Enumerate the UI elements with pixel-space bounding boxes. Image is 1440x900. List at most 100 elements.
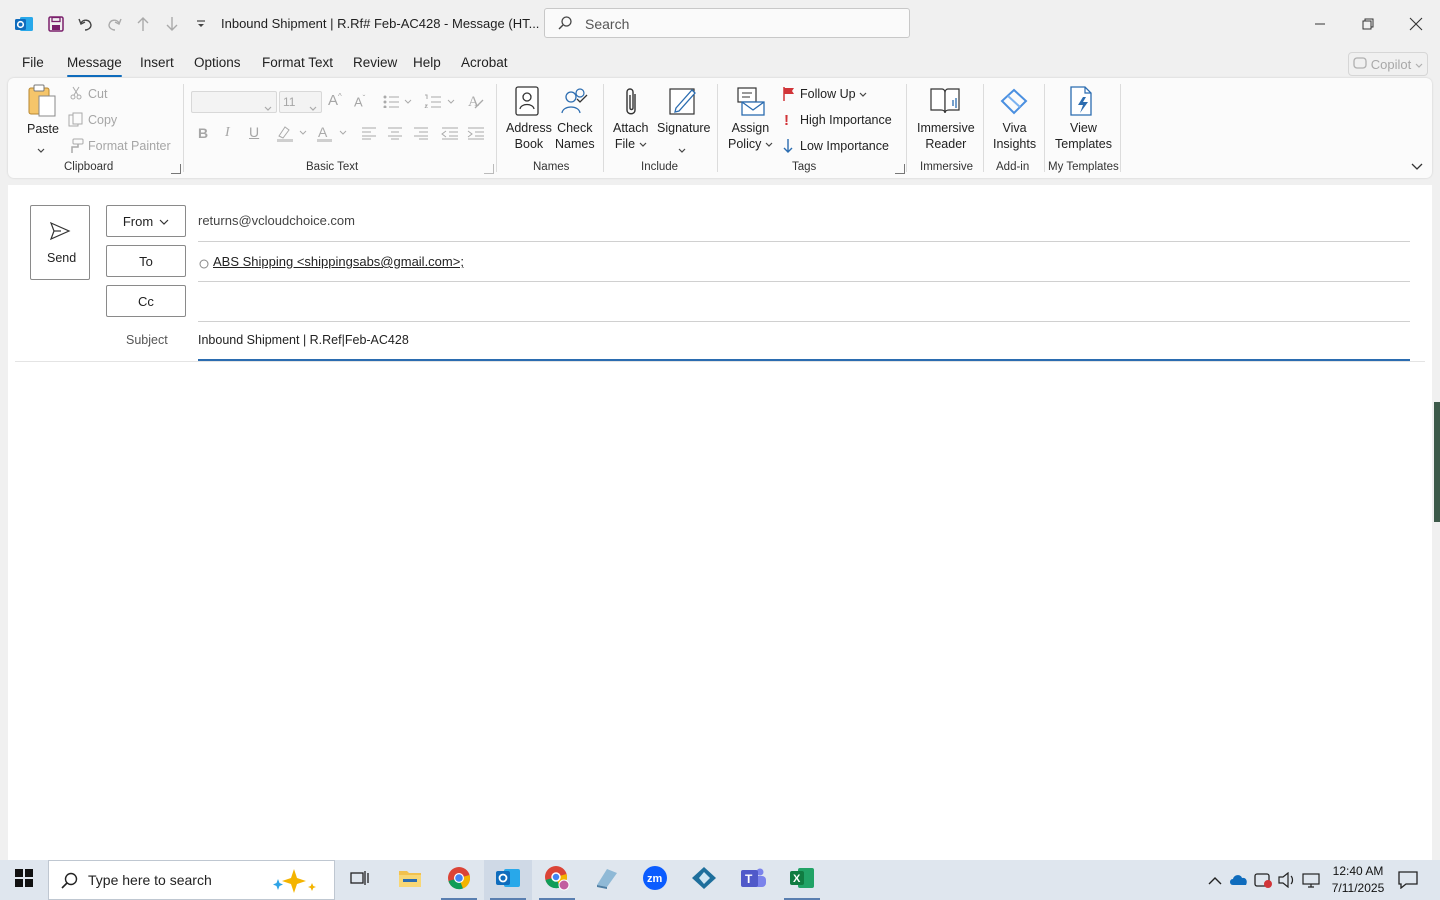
- format-painter-icon: [68, 138, 84, 159]
- from-button[interactable]: From: [106, 205, 186, 237]
- align-left-icon: [361, 126, 377, 145]
- message-body[interactable]: [20, 370, 1420, 855]
- cc-button[interactable]: Cc: [106, 285, 186, 317]
- check-names-label[interactable]: Check Names: [555, 120, 595, 152]
- taskbar-zoom[interactable]: zm: [631, 860, 679, 900]
- chrome-profile-icon: [544, 865, 570, 896]
- taskbar-date[interactable]: 7/11/2025: [1328, 881, 1388, 895]
- outlook-icon: [495, 866, 521, 895]
- to-recipient[interactable]: ABS Shipping <shippingsabs@gmail.com>;: [213, 254, 464, 269]
- volume-icon[interactable]: [1278, 871, 1296, 893]
- taskbar-chrome[interactable]: [435, 860, 483, 900]
- tab-help[interactable]: Help: [413, 55, 441, 70]
- signature-icon[interactable]: [668, 86, 698, 121]
- svg-text:X: X: [793, 873, 801, 885]
- tab-review[interactable]: Review: [353, 55, 397, 70]
- zoom-icon: zm: [642, 865, 668, 896]
- highlight-icon: [275, 124, 309, 147]
- chevron-down-icon[interactable]: [37, 141, 45, 159]
- viva-insights-label[interactable]: Viva Insights: [993, 120, 1036, 152]
- tab-message[interactable]: Message: [67, 55, 122, 77]
- font-name-dropdown: [191, 91, 277, 113]
- ribbon-expand-chevron-icon[interactable]: [1411, 158, 1423, 176]
- windows-icon: [15, 868, 33, 892]
- network-icon[interactable]: [1302, 872, 1320, 893]
- side-panel-edge: [1434, 402, 1440, 522]
- paste-label[interactable]: Paste: [27, 121, 59, 137]
- attach-file-label[interactable]: Attach File: [613, 120, 648, 152]
- restore-button[interactable]: [1353, 9, 1383, 39]
- copy-label: Copy: [88, 113, 118, 127]
- assign-policy-label[interactable]: Assign Policy: [728, 120, 773, 152]
- send-button[interactable]: Send: [30, 205, 90, 280]
- minimize-button[interactable]: [1305, 9, 1335, 39]
- immersive-reader-icon[interactable]: [929, 86, 961, 121]
- to-button[interactable]: To: [106, 245, 186, 277]
- address-book-label[interactable]: Address Book: [506, 120, 552, 152]
- task-view-button[interactable]: [336, 860, 384, 900]
- cc-field-line[interactable]: [198, 321, 1410, 322]
- clipboard-dialog-launcher-icon[interactable]: [171, 164, 181, 174]
- taskbar-search[interactable]: Type here to search: [48, 860, 335, 900]
- teams-icon: T: [739, 866, 767, 895]
- customize-toolbar-icon[interactable]: [189, 12, 213, 36]
- tab-file[interactable]: File: [22, 55, 44, 70]
- font-size-dropdown: 11: [279, 91, 322, 113]
- taskbar-time[interactable]: 12:40 AM: [1328, 864, 1388, 878]
- taskbar-teams[interactable]: T: [729, 860, 777, 900]
- copy-icon: [68, 112, 84, 133]
- outlook-app-icon: [12, 12, 36, 36]
- chevron-down-icon: [264, 99, 272, 117]
- copilot-button[interactable]: Copilot: [1348, 52, 1428, 76]
- tab-acrobat[interactable]: Acrobat: [461, 55, 508, 70]
- flag-icon[interactable]: [782, 86, 796, 107]
- security-icon[interactable]: [1254, 871, 1272, 894]
- cut-icon: [69, 86, 83, 105]
- taskbar-app-2[interactable]: [680, 860, 728, 900]
- taskbar-file-explorer[interactable]: [386, 860, 434, 900]
- taskbar-outlook[interactable]: [484, 860, 532, 900]
- chevron-down-icon: [159, 214, 169, 229]
- notifications-icon[interactable]: [1398, 871, 1418, 894]
- ribbon-separator: [983, 84, 984, 172]
- svg-text:A: A: [468, 94, 479, 110]
- taskbar-app[interactable]: [582, 860, 630, 900]
- check-names-icon[interactable]: [559, 86, 589, 121]
- show-hidden-icons-chevron-icon[interactable]: [1208, 873, 1222, 891]
- tab-options[interactable]: Options: [194, 55, 241, 70]
- assign-policy-icon[interactable]: [736, 86, 766, 121]
- tab-format-text[interactable]: Format Text: [262, 55, 333, 70]
- paste-icon[interactable]: [26, 84, 58, 123]
- low-importance-button[interactable]: Low Importance: [800, 139, 889, 153]
- immersive-reader-label[interactable]: Immersive Reader: [917, 120, 975, 152]
- address-book-icon[interactable]: [514, 86, 540, 121]
- attach-file-icon[interactable]: [621, 86, 641, 123]
- close-button[interactable]: [1401, 9, 1431, 39]
- tags-dialog-launcher-icon[interactable]: [895, 164, 905, 174]
- subject-input[interactable]: Inbound Shipment | R.Ref|Feb-AC428: [198, 333, 409, 347]
- start-button[interactable]: [0, 860, 48, 900]
- include-group-label: Include: [641, 161, 679, 173]
- title-bar: Inbound Shipment | R.Rf# Feb-AC428 - Mes…: [0, 0, 1440, 48]
- undo-icon[interactable]: [73, 12, 97, 36]
- svg-text:A: A: [318, 124, 328, 140]
- presence-status-icon: [199, 256, 209, 274]
- send-label: Send: [47, 251, 77, 265]
- chevron-down-icon[interactable]: [678, 141, 686, 159]
- taskbar-chrome-profile[interactable]: [533, 860, 581, 900]
- high-importance-button[interactable]: High Importance: [800, 113, 892, 127]
- signature-label[interactable]: Signature: [657, 120, 711, 136]
- taskbar-excel[interactable]: X: [778, 860, 826, 900]
- onedrive-icon[interactable]: [1229, 872, 1249, 891]
- search-box[interactable]: Search: [544, 8, 910, 38]
- view-templates-label[interactable]: View Templates: [1055, 120, 1112, 152]
- follow-up-button[interactable]: Follow Up: [800, 87, 867, 101]
- redo-icon: [103, 12, 127, 36]
- viva-insights-icon[interactable]: [998, 86, 1030, 121]
- copilot-label: Copilot: [1370, 56, 1412, 72]
- view-templates-icon[interactable]: [1069, 85, 1095, 122]
- next-item-icon: [160, 12, 184, 36]
- tab-insert[interactable]: Insert: [140, 55, 174, 70]
- ribbon-separator: [496, 84, 497, 172]
- save-icon[interactable]: [44, 12, 68, 36]
